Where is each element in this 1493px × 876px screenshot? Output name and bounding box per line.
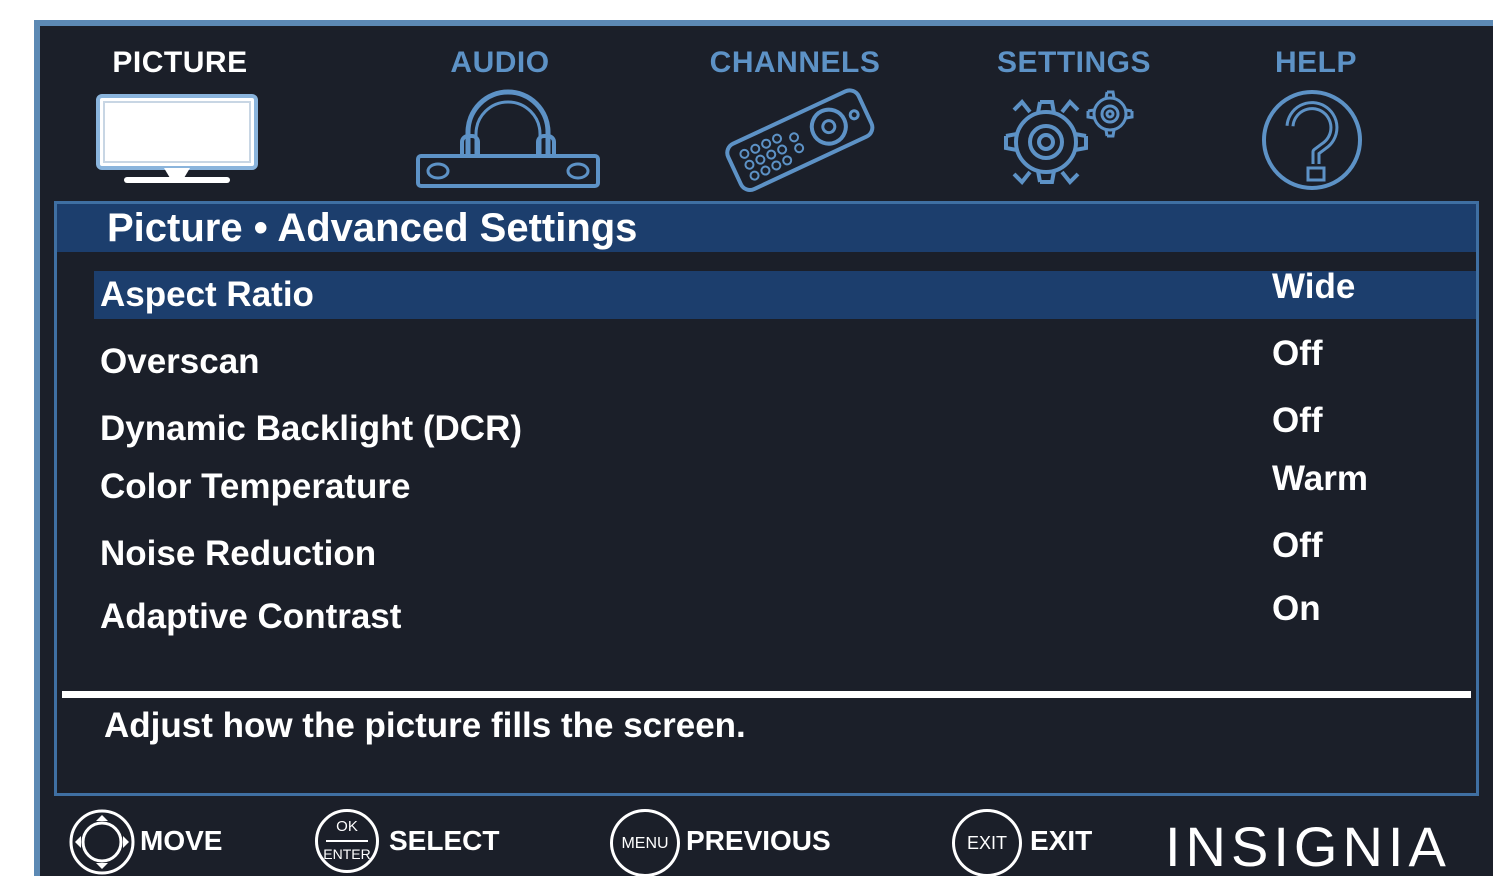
- footer-move-label: MOVE: [140, 825, 223, 856]
- row-label: Overscan: [100, 342, 260, 381]
- panel-title: Picture • Advanced Settings: [107, 206, 638, 250]
- question-mark-icon: [1262, 90, 1362, 190]
- footer-move: MOVE: [66, 806, 236, 876]
- footer-previous: MENU PREVIOUS: [610, 806, 850, 876]
- menu-row-color-temperature[interactable]: Color Temperature Warm: [94, 459, 1476, 511]
- tab-label-settings: SETTINGS: [996, 46, 1151, 79]
- ok-enter-button-icon: OK ENTER: [315, 809, 379, 873]
- row-value: Warm: [1272, 459, 1368, 498]
- row-value: Off: [1272, 334, 1323, 373]
- tab-audio[interactable]: AUDIO: [416, 46, 600, 188]
- tab-label-channels: CHANNELS: [709, 46, 881, 79]
- footer-exit-label: EXIT: [1030, 825, 1093, 856]
- menu-button-icon: MENU: [610, 809, 680, 876]
- divider-line: [326, 840, 368, 842]
- headphones-soundbar-icon: [416, 89, 600, 188]
- row-label: Noise Reduction: [100, 534, 377, 573]
- row-label: Color Temperature: [100, 467, 411, 506]
- divider: [62, 691, 1471, 698]
- menu-row-aspect-ratio[interactable]: Aspect Ratio Wide: [94, 267, 1476, 319]
- tab-label-help: HELP: [1274, 46, 1357, 79]
- panel-title-bar: Picture • Advanced Settings: [57, 204, 1476, 252]
- footer-select-label: SELECT: [389, 825, 500, 856]
- row-label: Aspect Ratio: [100, 275, 314, 314]
- gears-icon: [1004, 90, 1134, 185]
- tab-channels[interactable]: CHANNELS: [700, 46, 890, 192]
- row-value: Off: [1272, 401, 1323, 440]
- remote-control-icon: [725, 88, 875, 192]
- row-label: Dynamic Backlight (DCR): [100, 409, 523, 448]
- footer-previous-label: PREVIOUS: [686, 825, 831, 856]
- dpad-icon: [69, 809, 135, 875]
- tv-monitor-icon: [96, 94, 258, 183]
- help-text: Adjust how the picture fills the screen.: [104, 706, 746, 745]
- tab-picture[interactable]: PICTURE: [96, 46, 260, 183]
- footer-exit: EXIT EXIT: [952, 806, 1112, 876]
- tab-label-audio: AUDIO: [450, 46, 550, 79]
- row-value: Wide: [1272, 267, 1356, 306]
- row-value: Off: [1272, 526, 1323, 565]
- tab-label-picture: PICTURE: [112, 46, 248, 79]
- menu-row-noise-reduction[interactable]: Noise Reduction Off: [94, 526, 1476, 578]
- exit-button-icon: EXIT: [952, 809, 1022, 876]
- tv-menu-screen: PICTURE AUDIO CHANNELS SETTINGS HELP Pic…: [34, 20, 1493, 876]
- tab-settings[interactable]: SETTINGS: [988, 46, 1160, 185]
- ok-text: OK: [336, 818, 358, 835]
- enter-text: ENTER: [323, 846, 371, 862]
- exit-button-text: EXIT: [966, 833, 1007, 853]
- advanced-settings-panel: Picture • Advanced Settings Aspect Ratio…: [54, 201, 1479, 796]
- menu-button-text: MENU: [621, 835, 669, 852]
- brand-logo: INSIGNIA: [1165, 815, 1451, 876]
- row-label: Adaptive Contrast: [100, 597, 402, 636]
- row-value: On: [1272, 589, 1321, 628]
- menu-row-dynamic-backlight[interactable]: Dynamic Backlight (DCR) Off: [94, 401, 1476, 453]
- menu-row-adaptive-contrast[interactable]: Adaptive Contrast On: [94, 589, 1476, 641]
- menu-row-overscan[interactable]: Overscan Off: [94, 334, 1476, 386]
- tab-help[interactable]: HELP: [1262, 46, 1366, 190]
- footer-select: OK ENTER SELECT: [315, 806, 515, 876]
